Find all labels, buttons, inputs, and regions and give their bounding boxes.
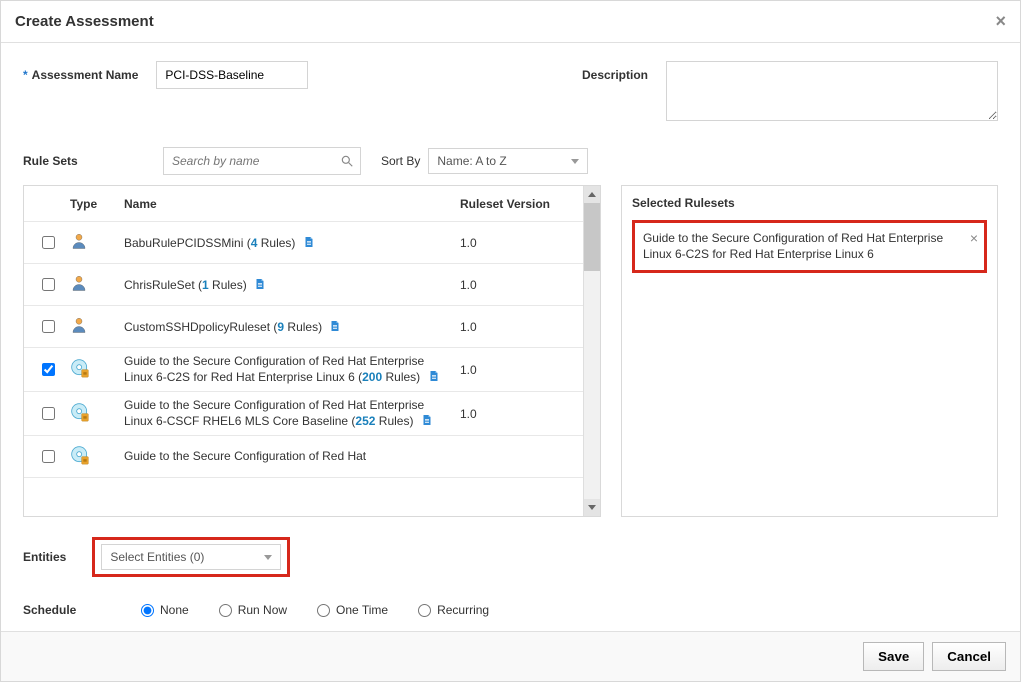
radio-label: Run Now bbox=[238, 603, 287, 617]
selected-rulesets-heading: Selected Rulesets bbox=[632, 196, 987, 210]
col-type: Type bbox=[70, 197, 124, 211]
radio-input[interactable] bbox=[317, 604, 330, 617]
schedule-option[interactable]: None bbox=[141, 603, 189, 617]
radio-label: One Time bbox=[336, 603, 388, 617]
search-icon bbox=[340, 154, 354, 168]
row-checkbox[interactable] bbox=[42, 363, 55, 376]
schedule-option[interactable]: Recurring bbox=[418, 603, 489, 617]
sort-by-label: Sort By bbox=[381, 154, 420, 168]
description-field: Description bbox=[582, 61, 998, 121]
row-version: 1.0 bbox=[460, 363, 600, 377]
sort-by-value: Name: A to Z bbox=[437, 154, 506, 168]
scrollbar[interactable] bbox=[583, 186, 600, 516]
save-button[interactable]: Save bbox=[863, 642, 924, 671]
remove-selected-icon[interactable]: × bbox=[970, 229, 978, 247]
table-row[interactable]: ChrisRuleSet (1 Rules) 1.0 bbox=[24, 264, 600, 306]
person-icon bbox=[70, 316, 124, 337]
description-input[interactable] bbox=[666, 61, 998, 121]
radio-input[interactable] bbox=[219, 604, 232, 617]
row-name: Guide to the Secure Configuration of Red… bbox=[124, 398, 460, 429]
close-icon[interactable]: × bbox=[995, 11, 1006, 32]
scroll-down-button[interactable] bbox=[584, 499, 600, 516]
col-name: Name bbox=[124, 197, 460, 211]
search-box[interactable] bbox=[163, 147, 361, 175]
entities-dropdown[interactable]: Select Entities (0) bbox=[101, 544, 281, 570]
person-icon bbox=[70, 232, 124, 253]
row-checkbox[interactable] bbox=[42, 320, 55, 333]
table-row[interactable]: CustomSSHDpolicyRuleset (9 Rules) 1.0 bbox=[24, 306, 600, 348]
schedule-option[interactable]: One Time bbox=[317, 603, 388, 617]
document-icon[interactable] bbox=[250, 278, 266, 292]
table-row[interactable]: Guide to the Secure Configuration of Red… bbox=[24, 436, 600, 478]
table-header: Type Name Ruleset Version bbox=[24, 186, 600, 222]
document-icon[interactable] bbox=[417, 414, 433, 428]
title-bar: Create Assessment × bbox=[1, 1, 1020, 43]
table-row[interactable]: BabuRulePCIDSSMini (4 Rules) 1.0 bbox=[24, 222, 600, 264]
row-checkbox[interactable] bbox=[42, 407, 55, 420]
row-checkbox[interactable] bbox=[42, 236, 55, 249]
dialog-footer: Save Cancel bbox=[1, 631, 1020, 681]
person-icon bbox=[70, 274, 124, 295]
selected-ruleset-text: Guide to the Secure Configuration of Red… bbox=[643, 231, 943, 261]
row-name: ChrisRuleSet (1 Rules) bbox=[124, 277, 460, 293]
table-row[interactable]: Guide to the Secure Configuration of Red… bbox=[24, 348, 600, 392]
rulesets-table: Type Name Ruleset Version BabuRulePCIDSS… bbox=[23, 185, 601, 517]
row-version: 1.0 bbox=[460, 320, 600, 334]
radio-input[interactable] bbox=[141, 604, 154, 617]
schedule-label: Schedule bbox=[23, 603, 113, 617]
rulesets-heading: Rule Sets bbox=[23, 154, 143, 168]
document-icon[interactable] bbox=[325, 320, 341, 334]
assessment-name-label: *Assessment Name bbox=[23, 61, 138, 82]
chevron-down-icon bbox=[264, 555, 272, 560]
document-icon[interactable] bbox=[424, 370, 440, 384]
selected-rulesets-panel: Selected Rulesets Guide to the Secure Co… bbox=[621, 185, 998, 517]
scroll-thumb[interactable] bbox=[584, 203, 600, 271]
entities-highlight: Select Entities (0) bbox=[92, 537, 290, 577]
row-name: Guide to the Secure Configuration of Red… bbox=[124, 449, 460, 464]
assessment-name-input[interactable] bbox=[156, 61, 308, 89]
row-checkbox[interactable] bbox=[42, 450, 55, 463]
row-name: BabuRulePCIDSSMini (4 Rules) bbox=[124, 235, 460, 251]
dialog-title: Create Assessment bbox=[15, 13, 154, 30]
disc-lock-icon bbox=[70, 358, 124, 381]
table-row[interactable]: Guide to the Secure Configuration of Red… bbox=[24, 392, 600, 436]
selected-ruleset-item: Guide to the Secure Configuration of Red… bbox=[632, 220, 987, 273]
description-label: Description bbox=[582, 61, 648, 82]
create-assessment-dialog: Create Assessment × *Assessment Name Des… bbox=[0, 0, 1021, 682]
col-version: Ruleset Version bbox=[460, 197, 600, 211]
document-icon[interactable] bbox=[299, 236, 315, 250]
row-name: Guide to the Secure Configuration of Red… bbox=[124, 354, 460, 385]
entities-label: Entities bbox=[23, 550, 66, 564]
row-version: 1.0 bbox=[460, 278, 600, 292]
assessment-name-field: *Assessment Name bbox=[23, 61, 308, 121]
row-name: CustomSSHDpolicyRuleset (9 Rules) bbox=[124, 319, 460, 335]
schedule-option[interactable]: Run Now bbox=[219, 603, 287, 617]
row-version: 1.0 bbox=[460, 407, 600, 421]
chevron-down-icon bbox=[571, 159, 579, 164]
disc-lock-icon bbox=[70, 445, 124, 468]
disc-lock-icon bbox=[70, 402, 124, 425]
radio-input[interactable] bbox=[418, 604, 431, 617]
radio-label: None bbox=[160, 603, 189, 617]
entities-value: Select Entities (0) bbox=[110, 550, 204, 564]
row-checkbox[interactable] bbox=[42, 278, 55, 291]
cancel-button[interactable]: Cancel bbox=[932, 642, 1006, 671]
radio-label: Recurring bbox=[437, 603, 489, 617]
row-version: 1.0 bbox=[460, 236, 600, 250]
sort-by-dropdown[interactable]: Name: A to Z bbox=[428, 148, 588, 174]
scroll-up-button[interactable] bbox=[584, 186, 600, 203]
search-input[interactable] bbox=[170, 153, 340, 169]
